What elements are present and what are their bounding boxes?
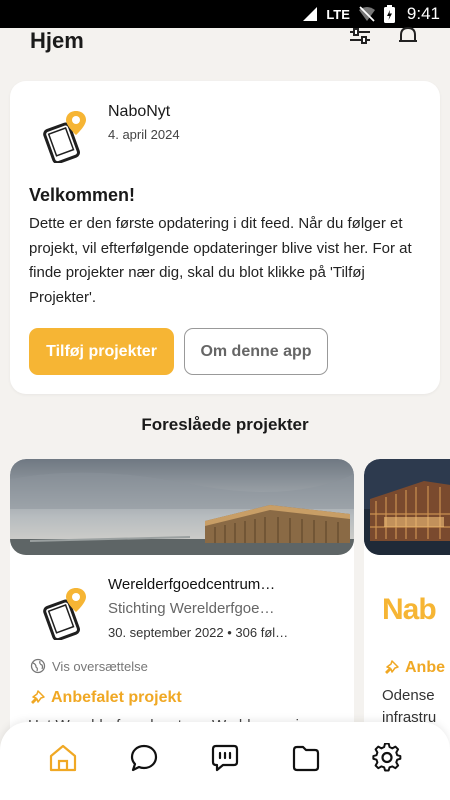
project-card[interactable]: Werelderfgoedcentrum… Stichting Werelder… bbox=[10, 459, 354, 759]
bottom-navigation bbox=[0, 722, 450, 800]
bell-icon[interactable] bbox=[396, 24, 420, 48]
welcome-card: NaboNyt 4. april 2024 Velkommen! Dette e… bbox=[10, 81, 440, 394]
network-type: LTE bbox=[326, 6, 350, 22]
page-header: Hjem bbox=[0, 26, 450, 58]
nav-messages[interactable] bbox=[203, 736, 247, 780]
card-title: Velkommen! bbox=[29, 185, 136, 205]
section-title: Foreslåede projekter bbox=[141, 415, 309, 434]
settings-gear-icon bbox=[372, 743, 402, 772]
chat-bubble-icon bbox=[130, 744, 157, 772]
clock: 9:41 bbox=[406, 4, 440, 23]
about-app-button[interactable]: Om denne app bbox=[184, 328, 328, 375]
recommended-badge: Anbe bbox=[382, 659, 445, 677]
project-card[interactable]: Nab Anbe Odense infrastru bbox=[364, 459, 450, 759]
project-organization: Stichting Werelderfgoe… bbox=[108, 600, 275, 617]
wifi-off-icon bbox=[358, 6, 375, 22]
nabonyt-logo-icon bbox=[43, 111, 86, 163]
pin-icon bbox=[385, 660, 399, 674]
show-translation-link[interactable]: Vis oversættelse bbox=[30, 658, 148, 674]
card-body: Dette er den første opdatering i dit fee… bbox=[29, 215, 412, 306]
filter-sliders-icon[interactable] bbox=[348, 24, 372, 48]
globe-icon bbox=[30, 658, 46, 674]
card-source: NaboNyt bbox=[108, 103, 171, 120]
recommended-label: Anbefalet projekt bbox=[51, 689, 182, 706]
add-projects-button[interactable]: Tilføj projekter bbox=[29, 328, 174, 375]
recommended-label: Anbe bbox=[405, 659, 445, 676]
page-title: Hjem bbox=[30, 28, 84, 53]
folder-icon bbox=[293, 745, 320, 772]
pin-icon bbox=[31, 690, 45, 704]
project-meta: 30. september 2022 • 306 føl… bbox=[108, 625, 289, 640]
card-date: 4. april 2024 bbox=[108, 127, 180, 142]
brand-wordmark: Nab bbox=[382, 593, 437, 626]
nabonyt-logo-icon bbox=[43, 588, 86, 640]
battery-charging-icon bbox=[383, 5, 395, 23]
nav-settings[interactable] bbox=[365, 736, 409, 780]
project-name: Werelderfgoedcentrum… bbox=[108, 576, 276, 593]
project-image bbox=[10, 459, 354, 555]
show-translation-label: Vis oversættelse bbox=[52, 658, 148, 674]
nav-home[interactable] bbox=[41, 736, 85, 780]
recommended-badge: Anbefalet projekt bbox=[28, 689, 182, 707]
nav-projects[interactable] bbox=[284, 736, 328, 780]
project-image bbox=[364, 459, 450, 555]
message-dots-icon bbox=[211, 744, 239, 772]
project-teaser: Odense bbox=[382, 687, 435, 704]
nav-chat[interactable] bbox=[122, 736, 166, 780]
home-icon bbox=[49, 744, 76, 772]
signal-icon bbox=[303, 7, 318, 21]
